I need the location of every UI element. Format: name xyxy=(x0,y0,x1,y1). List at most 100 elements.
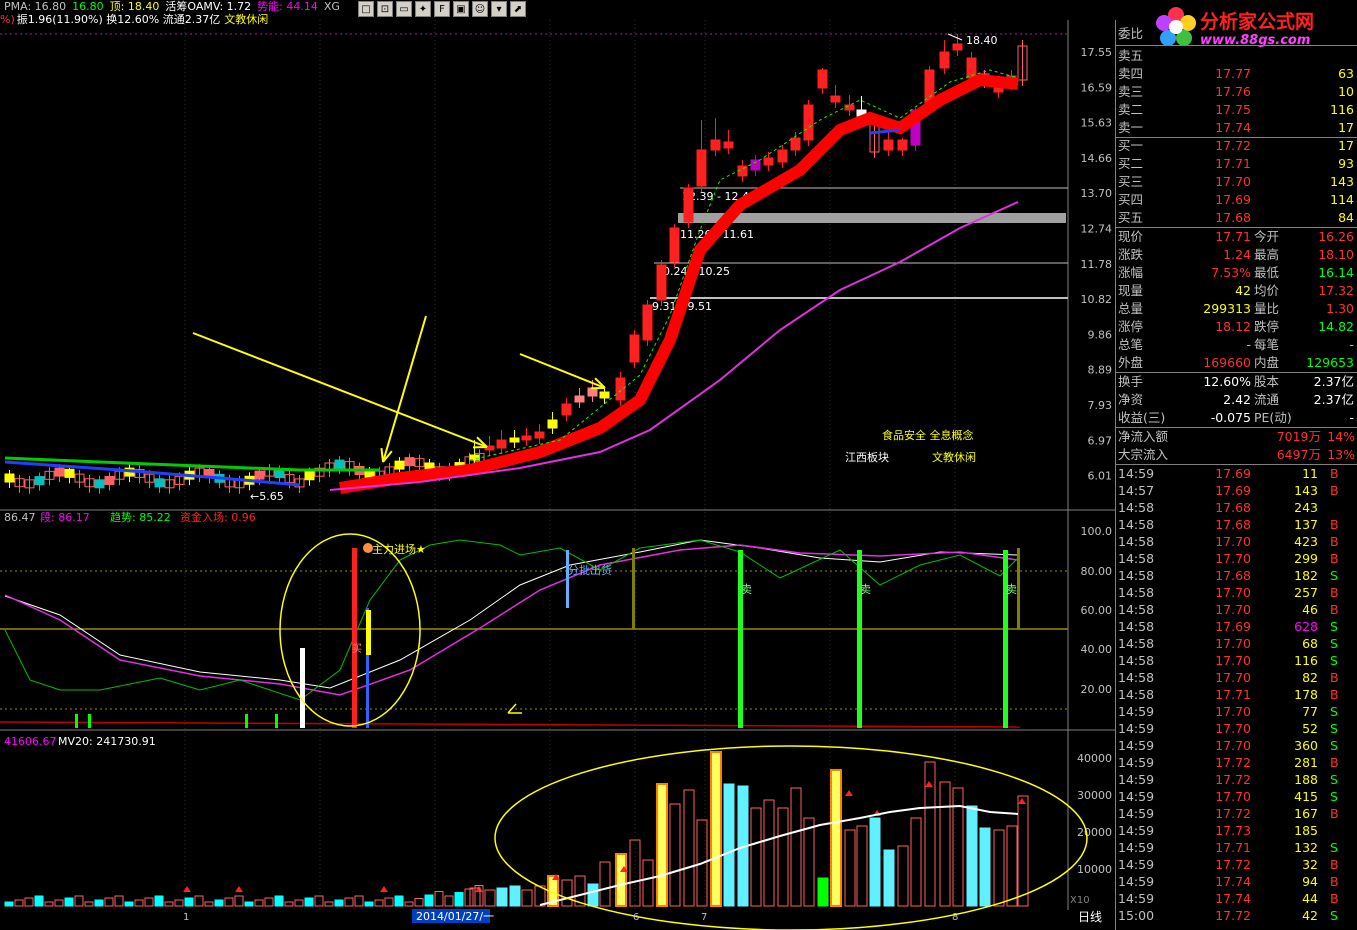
bid-volume: 143 xyxy=(1330,174,1354,189)
stat-value: 42 xyxy=(1235,283,1251,298)
tick-row: 14:58 17.70 423 B xyxy=(1116,533,1357,551)
tick-volume: 137 xyxy=(1294,517,1318,532)
tick-side: B xyxy=(1330,670,1339,685)
stat-label: 最低 xyxy=(1254,265,1280,280)
candle-body xyxy=(844,104,855,111)
tick-price: 17.74 xyxy=(1215,891,1251,906)
tick-volume: 281 xyxy=(1294,755,1318,770)
bid-row: 买二 17.71 93 xyxy=(1116,155,1357,173)
stat-label: 量比 xyxy=(1254,301,1280,316)
volume-bar xyxy=(124,901,134,907)
candle-body xyxy=(334,459,345,469)
volume-bar xyxy=(763,799,775,907)
signal-bar xyxy=(1017,548,1020,629)
tick-row: 14:59 17.70 52 S xyxy=(1116,720,1357,738)
chart-area[interactable]: 17.55 16.59 15.63 14.66 13.70 12.74 11.78 10.82… xyxy=(0,0,1115,930)
signal-bar xyxy=(88,714,91,728)
stat-value: 169660 xyxy=(1203,355,1251,370)
tick-row: 14:58 17.70 68 S xyxy=(1116,635,1357,653)
ask-row: 卖二 17.75 116 xyxy=(1116,101,1357,119)
volume-bar xyxy=(274,895,284,907)
candle-body xyxy=(509,437,520,443)
tick-row: 14:59 17.69 11 B xyxy=(1116,465,1357,483)
candle-body xyxy=(304,471,315,481)
tick-price: 17.74 xyxy=(1215,874,1251,889)
tick-time: 14:58 xyxy=(1118,636,1155,651)
candle-body xyxy=(629,334,640,363)
indicator-header: 资金入场: 0.96 xyxy=(180,510,256,524)
ask-volume: 63 xyxy=(1338,66,1354,81)
bid-volume: 17 xyxy=(1338,138,1354,153)
tick-price: 17.72 xyxy=(1215,772,1251,787)
tick-time: 14:58 xyxy=(1118,568,1155,583)
stat-value: 7.53% xyxy=(1211,265,1251,280)
tick-side: B xyxy=(1330,857,1339,872)
x-axis-mark: 8 xyxy=(952,912,958,923)
tick-price: 17.70 xyxy=(1215,738,1251,753)
tick-row: 14:57 17.69 143 B xyxy=(1116,482,1357,500)
indicator-green-line xyxy=(4,539,1019,701)
tick-volume: 143 xyxy=(1294,483,1318,498)
candle-body xyxy=(656,264,667,301)
candle-body xyxy=(154,478,165,488)
candle-body xyxy=(54,467,65,477)
volume-bar xyxy=(384,897,394,907)
stat-row: 现量 42 均价 17.32 xyxy=(1116,282,1357,300)
stat-value: 2.37亿 xyxy=(1313,374,1354,389)
volume-bar xyxy=(424,894,434,907)
stat-row: 外盘 169660 内盘 129653 xyxy=(1116,354,1357,372)
volume-bar xyxy=(354,895,364,907)
signal-bar xyxy=(366,610,371,655)
tick-side: B xyxy=(1330,585,1339,600)
capital-line xyxy=(0,721,1021,728)
volume-bar xyxy=(134,899,144,907)
candle-body xyxy=(4,473,15,483)
tick-row: 14:58 17.70 82 B xyxy=(1116,669,1357,687)
stat-value: 2.37亿 xyxy=(1313,392,1354,407)
volume-bar xyxy=(521,889,533,907)
volume-bar xyxy=(344,897,354,907)
volume-bar xyxy=(184,897,194,907)
tick-time: 14:59 xyxy=(1118,789,1155,804)
volume-bar xyxy=(496,887,508,907)
bid-price: 17.69 xyxy=(1215,192,1251,207)
candle-body xyxy=(777,149,788,163)
weibi-row: 委比 xyxy=(1116,25,1357,43)
tick-price: 17.70 xyxy=(1215,670,1251,685)
volume-bar xyxy=(364,901,374,907)
stat-value: 299313 xyxy=(1203,301,1251,316)
stat-label: 涨跌 xyxy=(1118,247,1144,262)
candle-body xyxy=(669,227,680,263)
candle-body xyxy=(830,95,841,103)
x-axis-mark: 1 xyxy=(183,912,189,923)
volume-bar xyxy=(599,861,611,907)
stat-label: 每笔 xyxy=(1254,337,1280,352)
volume-ma-line xyxy=(539,804,1019,906)
tick-price: 17.72 xyxy=(1215,806,1251,821)
tick-volume: 167 xyxy=(1294,806,1318,821)
indicator-tick: 20.00 xyxy=(1081,683,1113,696)
tick-price: 17.70 xyxy=(1215,721,1251,736)
tick-volume: 46 xyxy=(1302,602,1318,617)
volume-bar xyxy=(324,901,334,907)
tick-side: S xyxy=(1330,653,1338,668)
volume-bar xyxy=(790,787,802,907)
stat-value: 18.12 xyxy=(1215,319,1251,334)
tick-price: 17.70 xyxy=(1215,636,1251,651)
tick-volume: 178 xyxy=(1294,687,1318,702)
bid-label: 买二 xyxy=(1118,156,1144,171)
price-tick: 14.66 xyxy=(1081,152,1113,165)
flow-percent: 13% xyxy=(1327,447,1355,462)
candle-body xyxy=(94,479,105,489)
candle-body xyxy=(561,403,572,416)
volume-bar xyxy=(587,883,599,907)
tick-price: 17.70 xyxy=(1215,534,1251,549)
candle-body xyxy=(710,139,721,151)
bid-row: 买一 17.72 17 xyxy=(1116,137,1357,155)
stat-label: 现量 xyxy=(1118,283,1144,298)
signal-bar xyxy=(245,714,248,728)
ask-row: 卖四 17.77 63 xyxy=(1116,65,1357,83)
candle-body xyxy=(104,475,115,485)
volume-bar xyxy=(404,901,414,907)
flow-label: 大宗流入 xyxy=(1118,447,1169,462)
